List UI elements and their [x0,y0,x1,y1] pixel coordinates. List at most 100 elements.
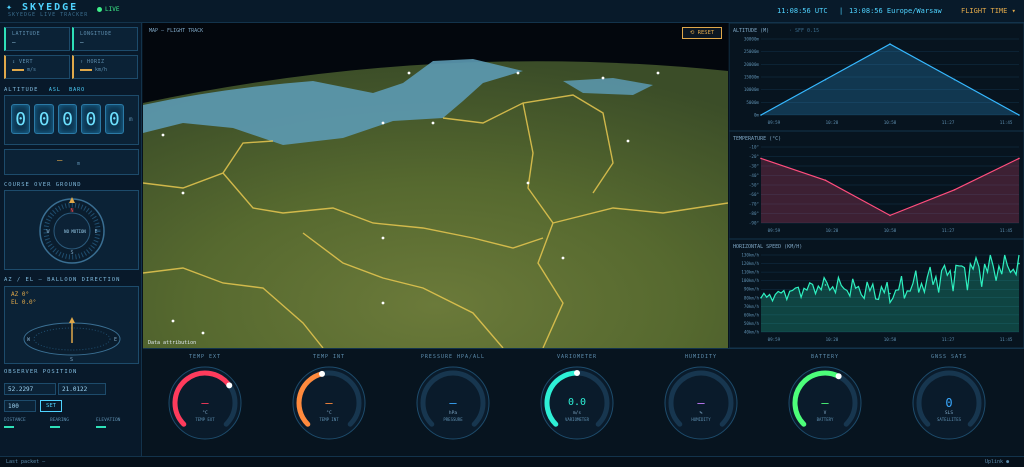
gauge-value: — [201,396,209,410]
bearing-label: BEARING [50,418,69,423]
gauge-dial: —hPaPRESSURE [416,366,490,440]
app-subtitle: SKYEDGE LIVE TRACKER [8,12,89,18]
speed-data-point [824,284,827,286]
gauge-dial: 0SLSSATELLITES [912,366,986,440]
gauges-panel: TEMP EXT — °C TEMP EXT TEMP INT — °C TEMP INT PR… [143,348,1024,456]
gauge-label: TEMP INT [319,417,339,422]
azel-dial: W E S [23,317,121,363]
observer-latitude-input[interactable] [4,383,56,395]
gauge-label: TEMP EXT [195,417,215,422]
speed-x-tick: 10:58 [884,337,897,342]
altitude-x-tick: 10:28 [826,120,839,125]
compass-label-e: E [94,229,97,235]
temperature-y-tick: -30° [749,164,759,169]
gauge-dial: 0.0 m/sVARIOMETER [540,366,614,440]
speed-x-tick: 10:28 [826,337,839,342]
altitude-digit: 0 [81,104,101,134]
course-section-title: COURSE OVER GROUND [4,182,82,188]
altitude-y-tick: 25000m [744,49,760,54]
altitude-sub-value: — [57,156,63,166]
horizontal-speed-unit: km/h [95,67,108,73]
altitude-x-tick: 11:27 [942,120,955,125]
temperature-data-point [953,188,956,191]
azel-card: AZ 0° EL 0.0° W E S [4,286,139,364]
temperature-y-tick: -40° [749,173,759,178]
gauge-value: — [325,396,333,410]
temperature-chart-title: TEMPERATURE (°C) [733,136,781,142]
gauge-title: HUMIDITY [684,354,718,360]
altitude-data-point [1018,114,1020,116]
live-dot-icon [97,7,102,12]
gauge-label: PRESSURE [443,417,463,422]
speed-x-tick: 11:45 [1000,337,1013,342]
gauge-knob [226,382,233,389]
utc-clock: 11:08:56 UTC [777,7,828,15]
elevation-value-bar [96,426,106,428]
speed-y-tick: 90km/h [744,287,760,292]
gauge-unit: °C [202,410,208,416]
altitude-digit: 0 [57,104,78,134]
map-reset-button[interactable]: ⟲ RESET [682,27,722,39]
clock-separator: | [839,7,844,15]
altitude-counter: 0 0 0 0 0 [11,104,125,134]
longitude-label: LONGITUDE [80,31,112,37]
observer-longitude-input[interactable] [58,383,106,395]
altitude-data-point [760,114,762,116]
gauge-battery: BATTERY — V BATTERY [785,349,865,457]
asl-badge[interactable]: ASL [49,87,61,93]
direction-arrow-icon [69,317,75,323]
baro-badge[interactable]: BARO [69,87,85,93]
app-root: ✦ SKYEDGE SKYEDGE LIVE TRACKER LIVE 11:0… [0,0,1024,467]
speed-y-tick: 80km/h [744,295,760,300]
compass-label-n: N [70,208,73,214]
temperature-y-tick: -60° [749,192,759,197]
distance-value-bar [4,426,14,428]
live-badge: LIVE [97,6,119,13]
speed-data-point [760,296,762,299]
top-bar: ✦ SKYEDGE SKYEDGE LIVE TRACKER LIVE 11:0… [0,0,1024,23]
speed-data-point [889,292,891,295]
altitude-digit: 0 [104,104,125,134]
temperature-data-point [760,157,762,160]
gauge-title: BATTERY [810,354,840,360]
uplink-status: Uplink ● [985,459,1010,465]
status-bar: Last packet — Uplink ● [0,456,1024,467]
course-card: N S W E NO MOTION [4,190,139,270]
gauge-value: — [821,396,829,410]
compass-rose: N S W E NO MOTION [39,197,105,264]
speed-y-tick: 100km/h [741,278,759,283]
charts-panel: ALTITUDE (M) · SFF 0.15 30000m 25000m 20000m… [728,22,1024,349]
speed-y-tick: 50km/h [744,321,760,326]
altitude-y-tick: 20000m [744,62,760,67]
horizontal-speed-card: ↑ HORIZ km/h [72,55,138,79]
gauge-title: TEMP EXT [188,354,222,360]
map-attribution[interactable]: Data attribution [148,340,196,346]
flight-time-toggle[interactable]: FLIGHT TIME ▾ [961,7,1016,15]
gauge-satellites: GNSS SATS 0 SLS SATELLITES [909,349,989,457]
map-title: MAP — FLIGHT TRACK [149,28,203,34]
gauge-title: GNSS SATS [930,354,968,360]
temperature-x-tick: 10:58 [884,228,897,233]
temperature-data-point [824,179,827,182]
temperature-y-tick: -10° [749,145,759,150]
observer-set-button[interactable]: SET [40,400,62,412]
gauge-knob [318,370,325,377]
gauge-dial: —VBATTERY [788,366,862,440]
flight-map[interactable]: MAP — FLIGHT TRACK Data attribution ⟲ RE… [143,23,728,348]
temperature-y-tick: -90° [749,221,759,226]
speed-chart-title: HORIZONTAL SPEED (KM/H) [733,244,802,250]
gauge-humidity: HUMIDITY —% HUMIDITY [661,349,741,457]
latitude-label: LATITUDE [12,31,41,37]
temperature-data-point [1018,157,1020,160]
speed-chart: HORIZONTAL SPEED (KM/H) 130km/h 120km/h 110… [728,238,1024,349]
azel-label-s: S [70,357,73,363]
gauge-pressure: PRESSURE HPA/ALL — hPa PRESSURE [413,349,493,457]
gauge-dial: —%HUMIDITY [664,366,738,440]
gauge-unit: V [824,410,827,416]
vertical-speed-unit: m/s [27,67,37,73]
latitude-value: — [12,39,16,46]
speed-data-point [1018,262,1020,265]
map-terrain: MAP — FLIGHT TRACK Data attribution [143,23,728,348]
observer-altitude-input[interactable] [4,400,36,412]
gauge-title: PRESSURE HPA/ALL [420,354,486,360]
